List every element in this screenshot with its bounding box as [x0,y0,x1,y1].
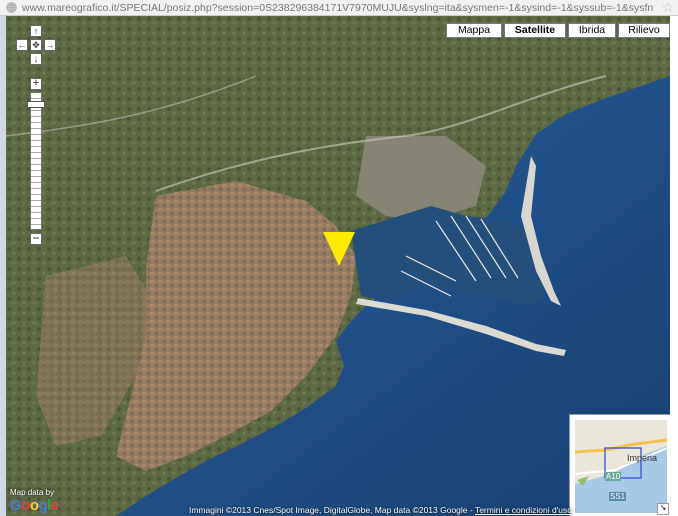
overview-map[interactable]: Imperia A10 SS1 ↘ [569,414,670,516]
overview-road-label-a10: A10 [605,472,622,481]
overview-toggle-arrow-icon[interactable]: ↘ [657,503,669,515]
zoom-slider-track[interactable] [30,92,42,230]
window-frame: Mappa Satellite Ibrida Rilievo ↑ ← ✥ → ↓… [0,16,678,516]
overview-map-view: Imperia A10 SS1 [575,420,667,513]
overview-road-label-ss1: SS1 [609,492,627,501]
browser-address-bar[interactable]: www.mareografico.it/SPECIAL/posiz.php?se… [0,0,678,16]
attribution-text: Immagini ©2013 Cnes/Spot Image, DigitalG… [188,505,475,515]
globe-icon [6,2,17,13]
pan-right-icon[interactable]: → [44,39,56,51]
map-attribution: Immagini ©2013 Cnes/Spot Image, DigitalG… [189,505,572,515]
map-type-ibrida-button[interactable]: Ibrida [568,23,616,38]
window-right-edge [670,16,678,516]
pan-left-icon[interactable]: ← [16,39,28,51]
location-marker[interactable] [323,232,355,266]
pan-control: ↑ ← ✥ → ↓ [9,24,65,74]
google-logo-wordmark: Google [10,497,59,514]
marker-triangle [323,232,355,266]
terms-link[interactable]: Termini e condizioni d'uso [475,505,572,515]
map-type-rilievo-button[interactable]: Rilievo [618,23,670,38]
map-type-satellite-button[interactable]: Satellite [504,23,566,38]
pan-center-icon[interactable]: ✥ [30,39,42,51]
zoom-slider-handle[interactable] [27,101,45,109]
zoom-out-button[interactable]: − [30,232,42,245]
overview-place-label: Imperia [627,453,658,463]
address-url[interactable]: www.mareografico.it/SPECIAL/posiz.php?se… [22,1,654,15]
google-logo[interactable]: Map data by Google [10,488,59,514]
pan-up-icon[interactable]: ↑ [30,25,42,37]
bookmark-star-icon[interactable]: ☆ [661,0,674,15]
map-type-control: Mappa Satellite Ibrida Rilievo [444,23,670,38]
map-type-mappa-button[interactable]: Mappa [446,23,502,38]
google-logo-prefix: Map data by [10,488,55,497]
zoom-in-button[interactable]: + [30,78,42,90]
pan-down-icon[interactable]: ↓ [30,53,42,65]
map-viewport[interactable]: Mappa Satellite Ibrida Rilievo ↑ ← ✥ → ↓… [6,16,670,516]
